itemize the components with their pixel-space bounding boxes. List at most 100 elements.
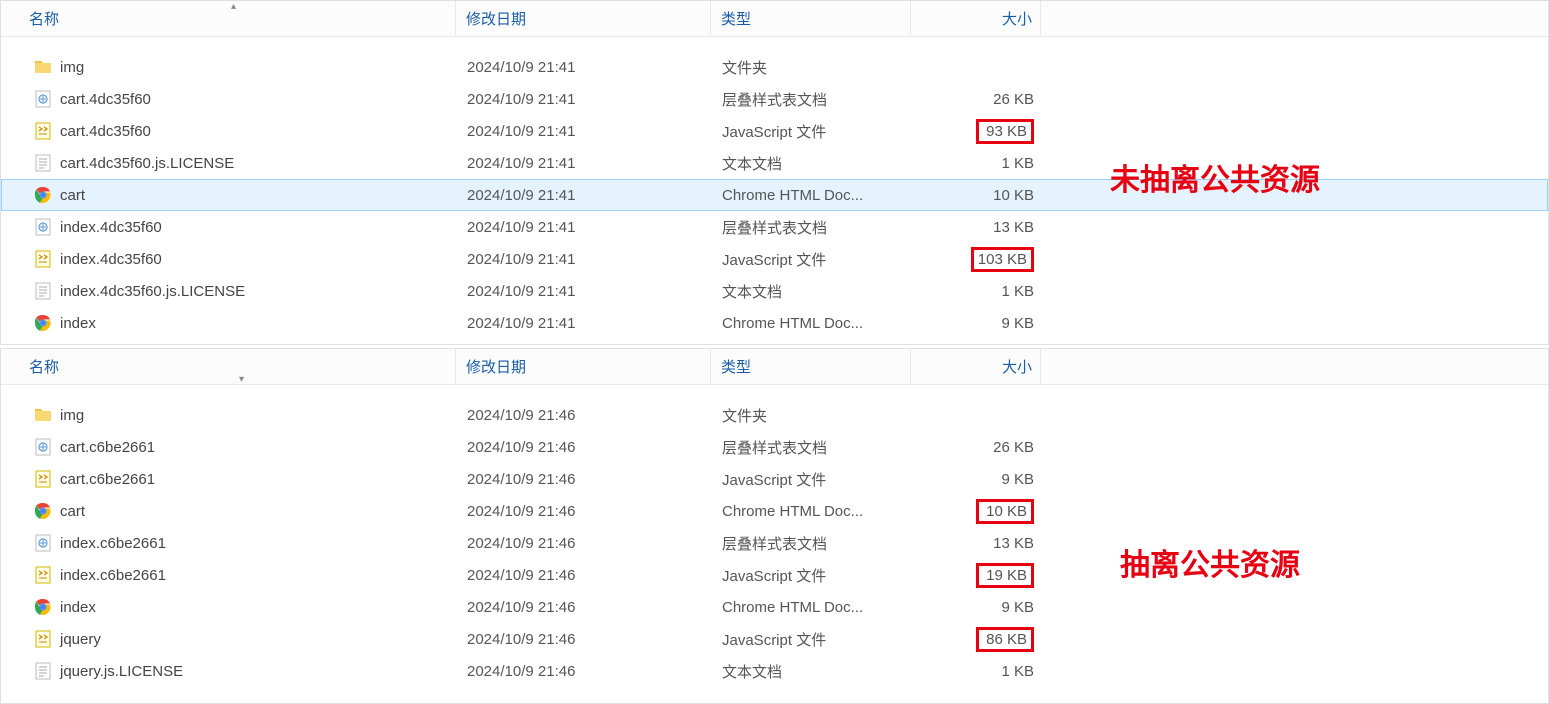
file-size-cell: 10 KB: [912, 499, 1042, 524]
sort-desc-icon: ▾: [239, 374, 244, 385]
file-type-cell: Chrome HTML Doc...: [712, 599, 912, 616]
annotation-top: 未抽离公共资源: [1110, 155, 1320, 199]
column-headers: 名称 ▴ 修改日期 类型 大小: [1, 1, 1548, 37]
file-size-label: 26 KB: [993, 439, 1034, 456]
file-type-cell: 文本文档: [712, 661, 912, 682]
file-size-label: 9 KB: [1001, 471, 1034, 488]
file-name-label: index: [60, 599, 96, 616]
file-size-cell: 13 KB: [912, 219, 1042, 236]
file-row[interactable]: index.4dc35f60.js.LICENSE2024/10/9 21:41…: [1, 275, 1548, 307]
folder-icon: [34, 58, 52, 76]
file-type-cell: JavaScript 文件: [712, 565, 912, 586]
file-name-label: cart: [60, 503, 85, 520]
file-type-cell: Chrome HTML Doc...: [712, 187, 912, 204]
header-type[interactable]: 类型: [711, 349, 911, 384]
file-type-cell: Chrome HTML Doc...: [712, 315, 912, 332]
file-type-cell: 层叠样式表文档: [712, 89, 912, 110]
file-name-cell: index: [2, 314, 457, 332]
file-size-cell: 9 KB: [912, 315, 1042, 332]
file-type-cell: 层叠样式表文档: [712, 217, 912, 238]
file-row[interactable]: cart.4dc35f602024/10/9 21:41层叠样式表文档26 KB: [1, 83, 1548, 115]
file-size-label: 9 KB: [1001, 315, 1034, 332]
file-size-cell: 9 KB: [912, 599, 1042, 616]
file-name-cell: cart.4dc35f60: [2, 90, 457, 108]
file-name-label: cart.c6be2661: [60, 471, 155, 488]
file-name-label: index.c6be2661: [60, 535, 166, 552]
file-row[interactable]: jquery2024/10/9 21:46JavaScript 文件86 KB: [1, 623, 1548, 655]
file-date-cell: 2024/10/9 21:46: [457, 663, 712, 680]
file-date-cell: 2024/10/9 21:41: [457, 59, 712, 76]
file-row[interactable]: index.c6be26612024/10/9 21:46JavaScript …: [1, 559, 1548, 591]
css-file-icon: [34, 438, 52, 456]
file-name-cell: cart: [2, 186, 457, 204]
file-row[interactable]: index2024/10/9 21:41Chrome HTML Doc...9 …: [1, 307, 1548, 339]
file-name-label: jquery.js.LICENSE: [60, 663, 183, 680]
header-name[interactable]: 名称 ▾: [1, 349, 456, 384]
css-file-icon: [34, 218, 52, 236]
header-size[interactable]: 大小: [911, 349, 1041, 384]
file-type-cell: Chrome HTML Doc...: [712, 503, 912, 520]
file-row[interactable]: cart.c6be26612024/10/9 21:46JavaScript 文…: [1, 463, 1548, 495]
file-date-cell: 2024/10/9 21:41: [457, 219, 712, 236]
header-name[interactable]: 名称 ▴: [1, 1, 456, 36]
file-row[interactable]: index.c6be26612024/10/9 21:46层叠样式表文档13 K…: [1, 527, 1548, 559]
file-name-cell: img: [2, 406, 457, 424]
chrome-icon: [34, 186, 52, 204]
file-size-label: 1 KB: [1001, 663, 1034, 680]
file-size-cell: 26 KB: [912, 91, 1042, 108]
file-type-cell: 文本文档: [712, 153, 912, 174]
file-row[interactable]: index2024/10/9 21:46Chrome HTML Doc...9 …: [1, 591, 1548, 623]
header-date[interactable]: 修改日期: [456, 349, 711, 384]
file-size-cell: 1 KB: [912, 663, 1042, 680]
file-type-cell: JavaScript 文件: [712, 249, 912, 270]
header-name-label: 名称: [29, 8, 59, 29]
file-size-cell: 86 KB: [912, 627, 1042, 652]
file-row[interactable]: cart2024/10/9 21:46Chrome HTML Doc...10 …: [1, 495, 1548, 527]
file-row[interactable]: index.4dc35f60 2024/10/9 21:41JavaScript …: [1, 243, 1548, 275]
file-type-cell: JavaScript 文件: [712, 629, 912, 650]
file-row[interactable]: cart.c6be2661 2024/10/9 21:46层叠样式表文档 26 KB: [1, 431, 1548, 463]
css-file-icon: [34, 534, 52, 552]
file-date-cell: 2024/10/9 21:46: [457, 407, 712, 424]
header-size[interactable]: 大小: [911, 1, 1041, 36]
file-type-cell: 层叠样式表文档: [712, 533, 912, 554]
file-name-label: img: [60, 407, 84, 424]
file-type-cell: 层叠样式表文档: [712, 437, 912, 458]
column-headers: 名称 ▾ 修改日期 类型 大小: [1, 349, 1548, 385]
file-date-cell: 2024/10/9 21:46: [457, 439, 712, 456]
file-row[interactable]: index.4dc35f60 2024/10/9 21:41层叠样式表文档13 K…: [1, 211, 1548, 243]
txt-file-icon: [34, 282, 52, 300]
js-file-icon: [34, 470, 52, 488]
file-date-cell: 2024/10/9 21:41: [457, 155, 712, 172]
file-row[interactable]: img2024/10/9 21:46文件夹: [1, 399, 1548, 431]
file-type-cell: JavaScript 文件: [712, 121, 912, 142]
file-name-cell: index.4dc35f60.js.LICENSE: [2, 282, 457, 300]
js-file-icon: [34, 630, 52, 648]
file-size-cell: 19 KB: [912, 563, 1042, 588]
file-row[interactable]: jquery.js.LICENSE 2024/10/9 21:46文本文档 1 KB: [1, 655, 1548, 687]
file-name-label: cart.c6be2661: [60, 439, 155, 456]
file-size-label: 103 KB: [971, 247, 1034, 272]
file-name-cell: cart.4dc35f60.js.LICENSE: [2, 154, 457, 172]
file-name-label: index.4dc35f60: [60, 251, 162, 268]
file-date-cell: 2024/10/9 21:41: [457, 251, 712, 268]
file-date-cell: 2024/10/9 21:46: [457, 471, 712, 488]
file-size-label: 93 KB: [976, 119, 1034, 144]
file-size-label: 86 KB: [976, 627, 1034, 652]
file-row[interactable]: cart.4dc35f602024/10/9 21:41JavaScript 文…: [1, 115, 1548, 147]
file-size-cell: 103 KB: [912, 247, 1042, 272]
file-name-cell: img: [2, 58, 457, 76]
file-name-label: index.4dc35f60: [60, 219, 162, 236]
file-row[interactable]: img2024/10/9 21:41文件夹: [1, 51, 1548, 83]
file-name-label: img: [60, 59, 84, 76]
sort-asc-icon: ▴: [231, 1, 236, 12]
file-date-cell: 2024/10/9 21:41: [457, 123, 712, 140]
file-name-cell: index.c6be2661: [2, 566, 457, 584]
header-date[interactable]: 修改日期: [456, 1, 711, 36]
header-type-label: 类型: [721, 356, 751, 377]
header-type[interactable]: 类型: [711, 1, 911, 36]
chrome-icon: [34, 314, 52, 332]
file-size-cell: 9 KB: [912, 471, 1042, 488]
file-name-label: cart.4dc35f60.js.LICENSE: [60, 155, 234, 172]
file-name-label: index.4dc35f60.js.LICENSE: [60, 283, 245, 300]
